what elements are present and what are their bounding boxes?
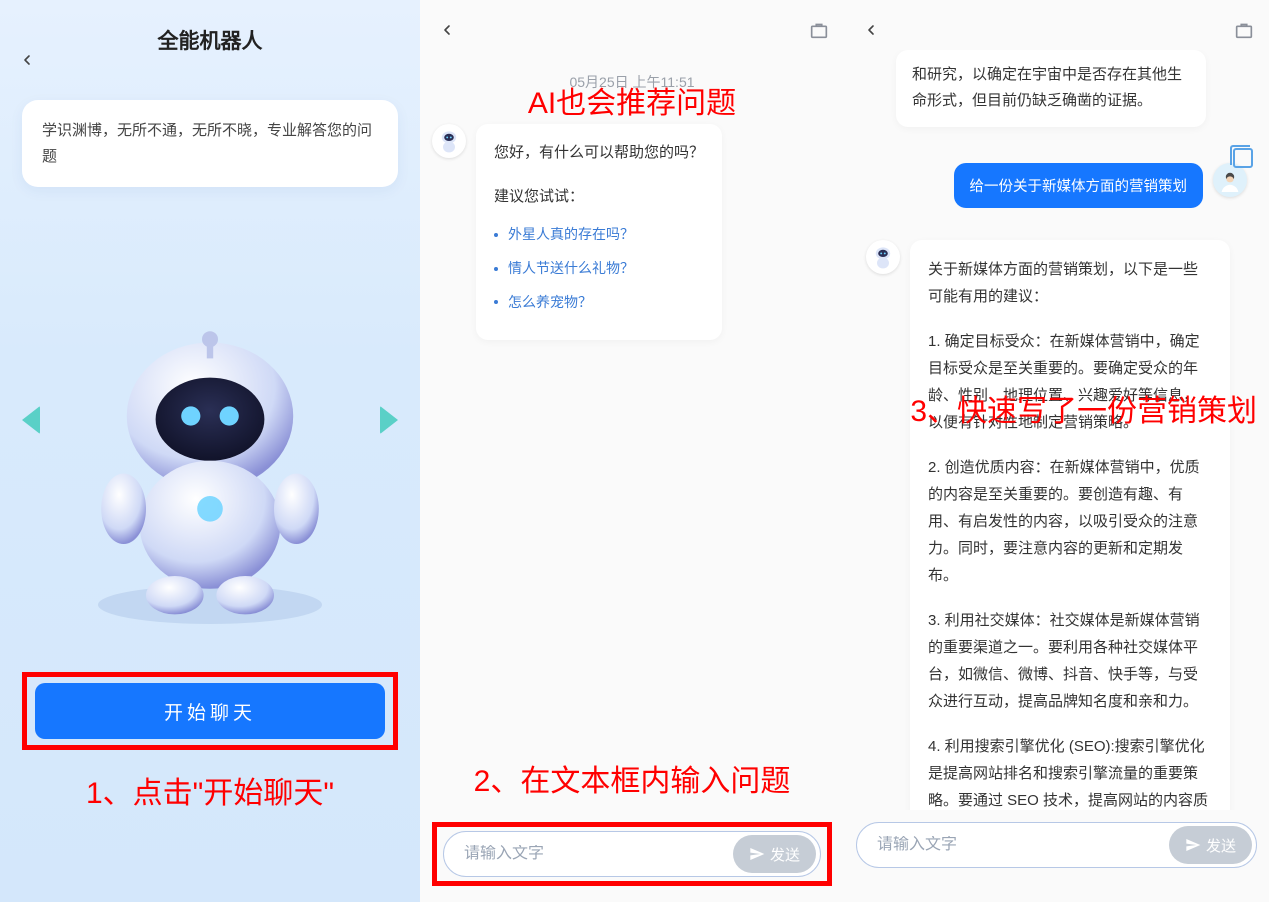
chat-scroll[interactable]: 和研究，以确定在宇宙中是否存在其他生命形式，但目前仍缺乏确凿的证据。 给一份关于… — [844, 50, 1269, 810]
ai-bubble-long: 关于新媒体方面的营销策划，以下是一些可能有用的建议： 1. 确定目标受众：在新媒… — [910, 240, 1230, 811]
suggestion-label: 怎么养宠物？ — [508, 291, 592, 315]
send-button[interactable]: 发送 — [1169, 826, 1252, 864]
back-button[interactable] — [14, 47, 40, 73]
robot-illustration — [30, 300, 390, 660]
start-button-highlight: 开始聊天 — [22, 672, 398, 750]
archive-icon[interactable] — [808, 19, 830, 41]
page-title: 全能机器人 — [0, 0, 420, 72]
robot-avatar-icon — [871, 245, 895, 269]
annotation-suggestions: AI也会推荐问题 — [420, 78, 844, 122]
ai-point-3: 3. 利用社交媒体：社交媒体是新媒体营销的重要渠道之一。要利用各种社交媒体平台，… — [928, 607, 1212, 715]
input-highlight: 发送 — [432, 822, 832, 886]
greeting-text: 您好，有什么可以帮助您的吗？ — [494, 140, 704, 166]
archive-icon[interactable] — [1233, 19, 1255, 41]
send-icon — [1185, 837, 1201, 853]
bullet-icon — [494, 267, 498, 271]
user-avatar-icon — [1218, 168, 1242, 192]
suggestion-label: 情人节送什么礼物？ — [508, 257, 634, 281]
suggestion-header: 建议您试试： — [494, 184, 704, 210]
chat-pane-response: 和研究，以确定在宇宙中是否存在其他生命形式，但目前仍缺乏确凿的证据。 给一份关于… — [844, 0, 1269, 902]
robot-avatar-icon — [437, 129, 461, 153]
chat-input-container: 发送 — [856, 822, 1257, 868]
header — [420, 0, 844, 60]
onboarding-pane: 全能机器人 学识渊博，无所不通，无所不晓，专业解答您的问题 — [0, 0, 420, 902]
annotation-step-2: 2、在文本框内输入问题 — [420, 756, 844, 800]
robot-icon — [50, 320, 370, 640]
input-row: 发送 — [856, 822, 1257, 868]
suggestion-label: 外星人真的存在吗？ — [508, 223, 634, 247]
start-chat-button[interactable]: 开始聊天 — [35, 683, 385, 739]
user-bubble: 给一份关于新媒体方面的营销策划 — [954, 163, 1204, 208]
back-button[interactable] — [434, 17, 460, 43]
annotation-step-1: 1、点击"开始聊天" — [0, 768, 420, 812]
suggestion-item-0[interactable]: 外星人真的存在吗？ — [494, 223, 704, 247]
annotation-step-3: 3、快速写了一份营销策划 — [910, 386, 1257, 430]
intro-card: 学识渊博，无所不通，无所不晓，专业解答您的问题 — [22, 100, 398, 187]
chat-text-input[interactable] — [464, 845, 729, 863]
ai-message-row: 您好，有什么可以帮助您的吗？ 建议您试试： 外星人真的存在吗？ 情人节送什么礼物… — [420, 116, 844, 348]
ai-bubble-prev-tail: 和研究，以确定在宇宙中是否存在其他生命形式，但目前仍缺乏确凿的证据。 — [896, 50, 1206, 127]
copy-icon[interactable] — [1233, 148, 1253, 168]
header: 全能机器人 — [0, 0, 420, 60]
chat-input-container: 发送 — [443, 831, 821, 877]
user-message-row: 给一份关于新媒体方面的营销策划 — [854, 155, 1259, 216]
ai-bubble: 您好，有什么可以帮助您的吗？ 建议您试试： 外星人真的存在吗？ 情人节送什么礼物… — [476, 124, 722, 340]
suggestion-item-1[interactable]: 情人节送什么礼物？ — [494, 257, 704, 281]
chat-pane-suggestions: 05月25日 上午11:51 AI也会推荐问题 您好，有什么可以帮助您的吗？ 建… — [420, 0, 844, 902]
send-button[interactable]: 发送 — [733, 835, 816, 873]
suggestion-item-2[interactable]: 怎么养宠物？ — [494, 291, 704, 315]
back-button[interactable] — [858, 17, 884, 43]
ai-point-4: 4. 利用搜索引擎优化 (SEO):搜索引擎优化是提高网站排名和搜索引擎流量的重… — [928, 733, 1212, 811]
send-label: 发送 — [1206, 835, 1236, 856]
chat-text-input[interactable] — [877, 836, 1165, 854]
bullet-icon — [494, 233, 498, 237]
ai-avatar — [432, 124, 466, 158]
ai-avatar — [866, 240, 900, 274]
ai-point-2: 2. 创造优质内容：在新媒体营销中，优质的内容是至关重要的。要创造有趣、有用、有… — [928, 454, 1212, 589]
ai-message-row: 关于新媒体方面的营销策划，以下是一些可能有用的建议： 1. 确定目标受众：在新媒… — [854, 232, 1259, 811]
bullet-icon — [494, 300, 498, 304]
send-label: 发送 — [770, 844, 800, 865]
ai-text-intro: 关于新媒体方面的营销策划，以下是一些可能有用的建议： — [928, 256, 1212, 310]
send-icon — [749, 846, 765, 862]
